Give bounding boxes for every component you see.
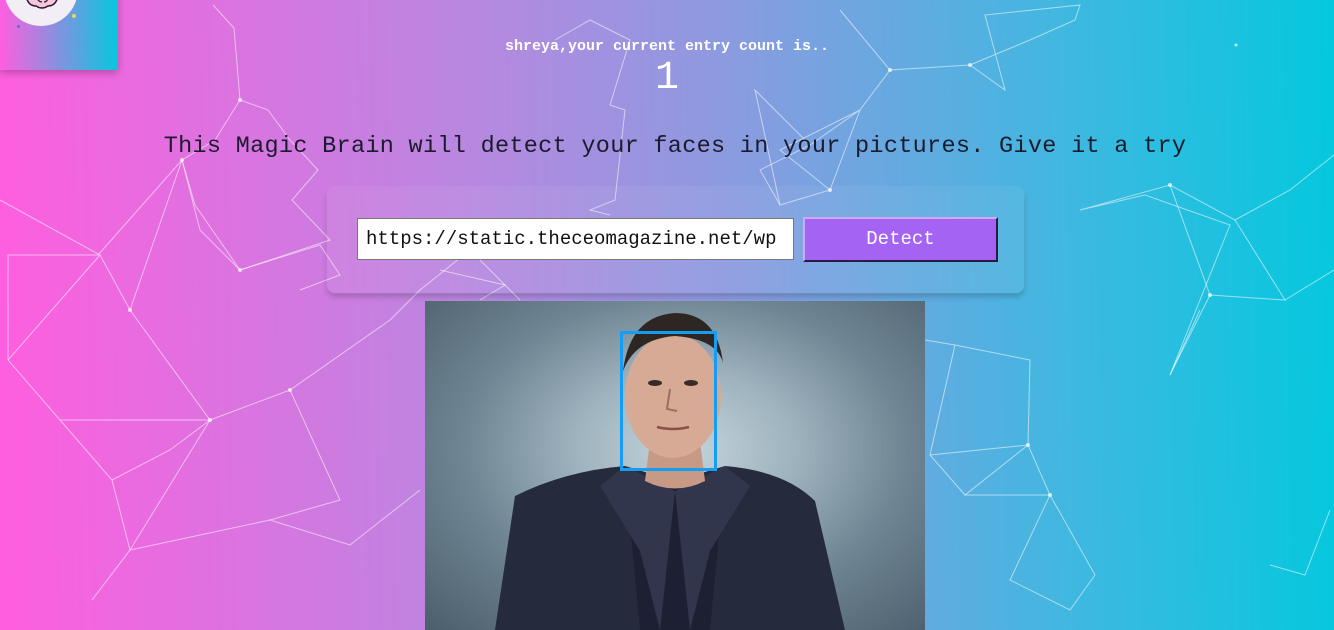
face-bounding-box [620, 331, 717, 471]
sparkle-dot [72, 14, 76, 18]
entry-count-value: 1 [654, 56, 679, 101]
detect-button[interactable]: Detect [803, 217, 998, 262]
brain-icon [4, 0, 78, 26]
entry-count-label: shreya,your current entry count is.. [504, 38, 830, 55]
page-tagline: This Magic Brain will detect your faces … [163, 133, 1187, 160]
image-url-input[interactable]: https://static.theceomagazine.net/wp [357, 218, 794, 260]
sparkle-dot [17, 25, 20, 28]
